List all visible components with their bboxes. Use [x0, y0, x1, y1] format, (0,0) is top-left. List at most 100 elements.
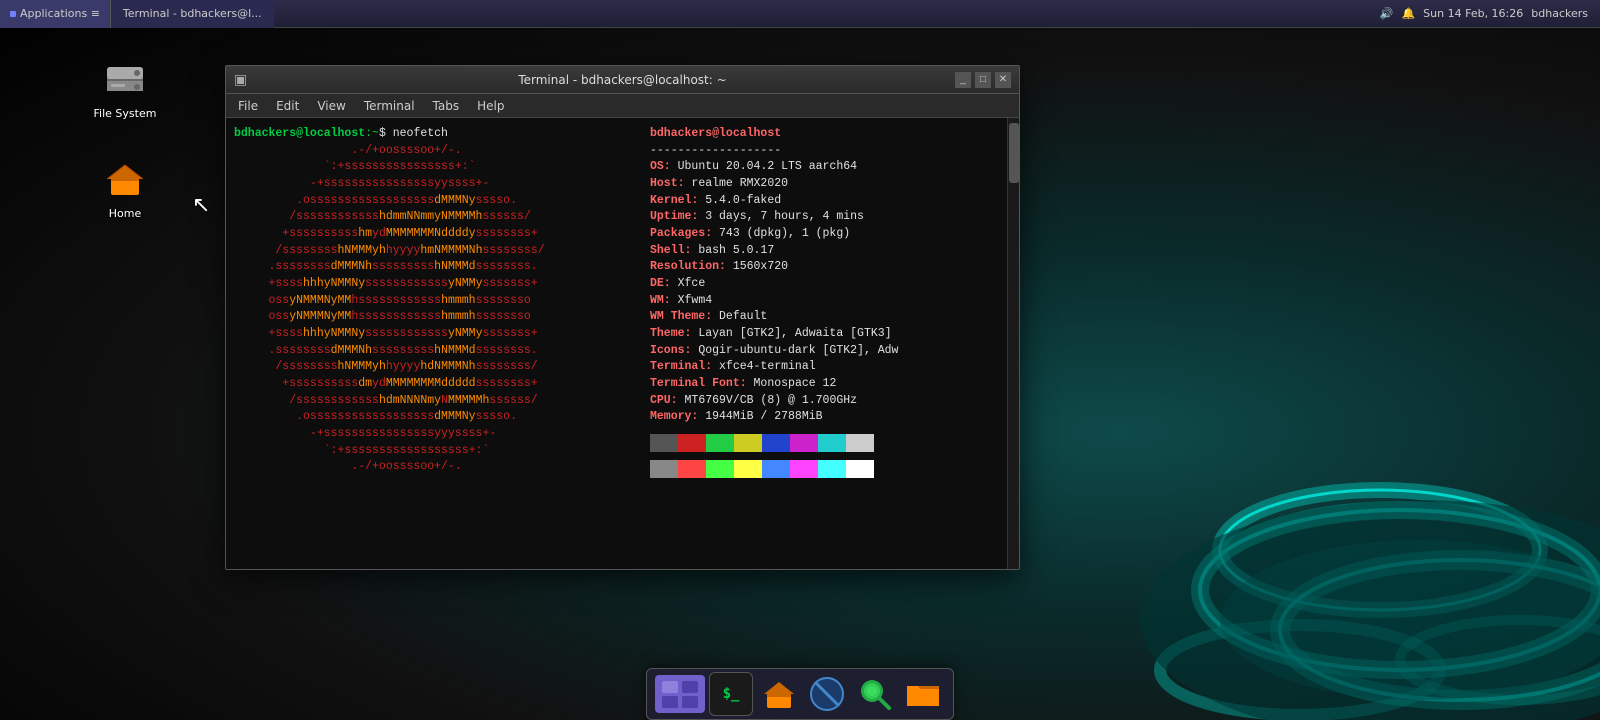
- swatch-10: [706, 460, 734, 478]
- ascii-line-16: /sssssssssssshdmNNNNmyNMMMMMhssssss/: [234, 393, 642, 410]
- terminal-window-title: Terminal - bdhackers@localhost: ~: [518, 73, 726, 87]
- window-controls: _ □ ✕: [955, 72, 1011, 88]
- swatch-5: [790, 434, 818, 452]
- swatch-2: [706, 434, 734, 452]
- ascii-line-7: /sssssssshNMMMyhhyyyyhmNMMMMNhssssssss/: [234, 243, 642, 260]
- scrollbar-thumb[interactable]: [1009, 123, 1019, 183]
- dock: $_: [646, 668, 954, 720]
- terminal-scrollbar[interactable]: [1007, 118, 1019, 569]
- apps-icon: [10, 11, 16, 17]
- dock-settings[interactable]: [805, 672, 849, 716]
- swatch-1: [678, 434, 706, 452]
- color-swatches: [650, 434, 999, 452]
- menu-edit[interactable]: Edit: [268, 97, 307, 115]
- datetime-display: Sun 14 Feb, 16:26: [1423, 7, 1523, 20]
- swatch-11: [734, 460, 762, 478]
- dock-search[interactable]: [853, 672, 897, 716]
- taskbar-top: Applications ≡ Terminal - bdhackers@l...…: [0, 0, 1600, 28]
- minimize-button[interactable]: _: [955, 72, 971, 88]
- swatch-3: [734, 434, 762, 452]
- desktop-icon-filesystem[interactable]: File System: [85, 55, 165, 120]
- swatch-0: [650, 434, 678, 452]
- ascii-line-20: .-/+oossssoo+/-.: [234, 459, 642, 476]
- swatch-8: [650, 460, 678, 478]
- info-de: DE: Xfce: [650, 276, 999, 293]
- ascii-line-6: +sssssssssshmydMMMMMMMNddddyssssssss+: [234, 226, 642, 243]
- ascii-line-1: .-/+oossssoo+/-.: [234, 143, 642, 160]
- menu-file[interactable]: File: [230, 97, 266, 115]
- desktop-icon-home[interactable]: Home: [85, 155, 165, 220]
- maximize-button[interactable]: □: [975, 72, 991, 88]
- info-host: Host: realme RMX2020: [650, 176, 999, 193]
- home-folder-icon: [101, 155, 149, 203]
- window-title-text: Terminal - bdhackers@l...: [123, 7, 262, 20]
- info-os: OS: Ubuntu 20.04.2 LTS aarch64: [650, 159, 999, 176]
- info-resolution: Resolution: 1560x720: [650, 259, 999, 276]
- swatch-14: [818, 460, 846, 478]
- menu-terminal[interactable]: Terminal: [356, 97, 423, 115]
- swatch-15: [846, 460, 874, 478]
- ascii-line-15: +ssssssssssdmydMMMMMMMMdddddssssssss+: [234, 376, 642, 393]
- taskbar-top-right: 🔊 🔔 Sun 14 Feb, 16:26 bdhackers: [1380, 7, 1600, 20]
- info-packages: Packages: 743 (dpkg), 1 (pkg): [650, 226, 999, 243]
- dock-workspace-switcher[interactable]: [655, 675, 705, 713]
- ascii-line-2: `:+ssssssssssssssss+:`: [234, 159, 642, 176]
- info-separator: -------------------: [650, 143, 999, 160]
- close-button[interactable]: ✕: [995, 72, 1011, 88]
- ascii-line-9: +sssshhhyNMMNyssssssssssssyNMMysssssss+: [234, 276, 642, 293]
- info-user-host: bdhackers@localhost: [650, 126, 999, 143]
- menu-tabs[interactable]: Tabs: [425, 97, 468, 115]
- ascii-line-3: -+ssssssssssssssssyyssss+-: [234, 176, 642, 193]
- terminal-dock-icon: $_: [723, 686, 740, 702]
- applications-label: Applications ≡: [20, 7, 100, 20]
- ascii-line-10: ossyNMMMNyMMhsssssssssssshmmmhssssssso: [234, 293, 642, 310]
- ascii-line-4: .ossssssssssssssssssdMMMNysssso.: [234, 193, 642, 210]
- swatch-6: [818, 434, 846, 452]
- color-swatches-bright: [650, 460, 999, 478]
- dock-home-folder[interactable]: [757, 672, 801, 716]
- info-shell: Shell: bash 5.0.17: [650, 243, 999, 260]
- swatch-13: [790, 460, 818, 478]
- username-display: bdhackers: [1531, 7, 1588, 20]
- info-uptime: Uptime: 3 days, 7 hours, 4 mins: [650, 209, 999, 226]
- terminal-right-panel: bdhackers@localhost ------------------- …: [646, 118, 1007, 569]
- info-wm: WM: Xfwm4: [650, 293, 999, 310]
- ascii-line-14: /sssssssshNMMMyhhyyyyhdNMMMNhssssssss/: [234, 359, 642, 376]
- menu-help[interactable]: Help: [469, 97, 512, 115]
- prompt-line: bdhackers@localhost:~$ neofetch: [234, 126, 642, 143]
- applications-menu-button[interactable]: Applications ≡: [0, 0, 111, 28]
- info-terminal-font: Terminal Font: Monospace 12: [650, 376, 999, 393]
- terminal-titlebar: ▣ Terminal - bdhackers@localhost: ~ _ □ …: [226, 66, 1019, 94]
- terminal-content: bdhackers@localhost:~$ neofetch .-/+ooss…: [226, 118, 1019, 569]
- terminal-window-icon: ▣: [234, 72, 247, 88]
- ascii-line-8: .ssssssssdMMMNhssssssssshNMMMdssssssss.: [234, 259, 642, 276]
- terminal-menubar: File Edit View Terminal Tabs Help: [226, 94, 1019, 118]
- active-window-title: Terminal - bdhackers@l...: [111, 0, 274, 28]
- info-cpu: CPU: MT6769V/CB (8) @ 1.700GHz: [650, 393, 999, 410]
- ascii-line-11: ossyNMMMNyMMhsssssssssssshmmmhssssssso: [234, 309, 642, 326]
- filesystem-label: File System: [94, 107, 157, 120]
- audio-icon[interactable]: 🔊: [1380, 7, 1394, 20]
- home-label: Home: [109, 207, 141, 220]
- ascii-line-12: +sssshhhyNMMNyssssssssssssyNMMysssssss+: [234, 326, 642, 343]
- swatch-9: [678, 460, 706, 478]
- ascii-line-18: -+ssssssssssssssssyyyssss+-: [234, 426, 642, 443]
- ascii-line-13: .ssssssssdMMMNhssssssssshNMMMdssssssss.: [234, 343, 642, 360]
- terminal-window: ▣ Terminal - bdhackers@localhost: ~ _ □ …: [225, 65, 1020, 570]
- dock-files[interactable]: [901, 672, 945, 716]
- info-theme: Theme: Layan [GTK2], Adwaita [GTK3]: [650, 326, 999, 343]
- menu-view[interactable]: View: [309, 97, 353, 115]
- filesystem-icon: [101, 55, 149, 103]
- info-terminal: Terminal: xfce4-terminal: [650, 359, 999, 376]
- ascii-line-5: /sssssssssssshdmmNNmmyNMMMMhssssss/: [234, 209, 642, 226]
- dock-terminal[interactable]: $_: [709, 672, 753, 716]
- info-wm-theme: WM Theme: Default: [650, 309, 999, 326]
- ascii-line-19: `:+ssssssssssssssssss+:`: [234, 443, 642, 460]
- swatch-7: [846, 434, 874, 452]
- taskbar-top-left: Applications ≡ Terminal - bdhackers@l...: [0, 0, 274, 28]
- info-kernel: Kernel: 5.4.0-faked: [650, 193, 999, 210]
- swatch-12: [762, 460, 790, 478]
- info-icons: Icons: Qogir-ubuntu-dark [GTK2], Adw: [650, 343, 999, 360]
- ascii-line-17: .ossssssssssssssssssdMMMNysssso.: [234, 409, 642, 426]
- notification-icon[interactable]: 🔔: [1401, 7, 1415, 20]
